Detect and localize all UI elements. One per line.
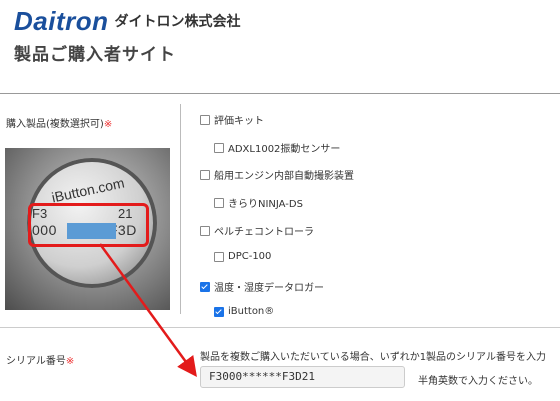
option-label: きらりNINJA-DS <box>228 199 303 210</box>
product-photo: iButton.com F3 21 000 F3D <box>5 148 170 310</box>
checkbox[interactable] <box>214 197 224 208</box>
option-label: 評価キット <box>214 116 264 127</box>
option-eval-kit[interactable]: 評価キット <box>200 112 264 127</box>
option-label: 船用エンジン内部自動撮影装置 <box>214 171 354 182</box>
option-label: ペルチェコントローラ <box>214 227 314 238</box>
option-ibutton[interactable]: iButton® <box>214 306 274 317</box>
serial-number-input[interactable]: F3000******F3D21 <box>200 366 405 388</box>
required-mark: ※ <box>103 119 113 130</box>
checkbox[interactable] <box>200 169 210 180</box>
checkbox[interactable] <box>214 251 224 262</box>
option-datalogger[interactable]: 温度・湿度データロガー <box>200 279 324 294</box>
checkbox[interactable] <box>200 225 210 236</box>
option-engine-camera[interactable]: 船用エンジン内部自動撮影装置 <box>200 167 354 182</box>
option-kirari-ninja[interactable]: きらりNINJA-DS <box>214 195 303 210</box>
checkbox-checked[interactable] <box>200 281 210 292</box>
column-divider <box>180 104 181 314</box>
option-dpc100[interactable]: DPC-100 <box>214 251 271 262</box>
checkbox[interactable] <box>200 114 210 125</box>
daitron-logo: Daitron <box>14 6 109 36</box>
serial-field-label: シリアル番号※ <box>6 352 74 367</box>
option-peltier[interactable]: ペルチェコントローラ <box>200 223 314 238</box>
company-name: ダイトロン株式会社 <box>114 14 241 30</box>
checkbox-checked[interactable] <box>214 306 224 317</box>
product-field-label: 購入製品(複数選択可)※ <box>6 115 112 130</box>
option-label: ADXL1002振動センサー <box>228 144 341 155</box>
required-mark: ※ <box>65 356 75 367</box>
serial-highlight-box <box>28 203 149 247</box>
serial-label-text: シリアル番号 <box>6 356 66 367</box>
brand-header: Daitron ダイトロン株式会社 <box>14 6 241 34</box>
product-label-text: 購入製品(複数選択可) <box>6 119 104 130</box>
page-title: 製品ご購入者サイト <box>14 45 176 65</box>
checkbox[interactable] <box>214 142 224 153</box>
option-label: iButton® <box>228 306 275 317</box>
option-label: DPC-100 <box>228 251 272 262</box>
option-label: 温度・湿度データロガー <box>214 283 324 294</box>
serial-hint: 半角英数で入力ください。 <box>418 376 538 387</box>
option-adxl1002[interactable]: ADXL1002振動センサー <box>214 140 340 155</box>
serial-instruction: 製品を複数ご購入いただいている場合、いずれか1製品のシリアル番号を入力 <box>200 352 546 363</box>
header-divider <box>0 93 560 94</box>
section-divider <box>0 327 560 328</box>
